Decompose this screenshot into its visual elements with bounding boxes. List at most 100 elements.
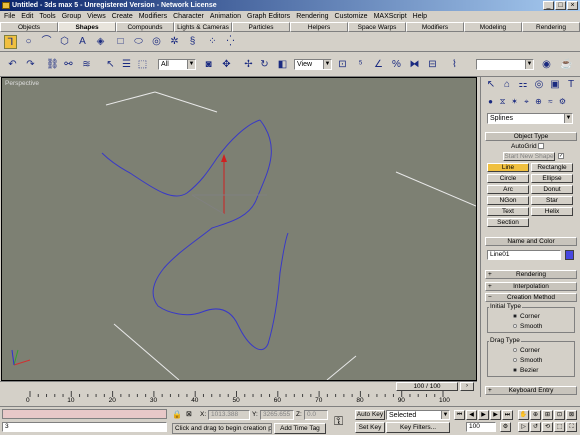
menu-rendering[interactable]: Rendering	[296, 11, 328, 22]
menu-group[interactable]: Group	[62, 11, 81, 22]
snap-icon[interactable]: ⁵	[354, 58, 367, 72]
next-key-icon[interactable]: ▶	[490, 410, 501, 420]
key-mode-dropdown[interactable]: Selected ▼	[386, 410, 450, 420]
redo-icon[interactable]: ↷	[24, 58, 37, 72]
material-editor-icon[interactable]: ◉	[540, 58, 553, 72]
interpolation-rollout-header[interactable]: + Interpolation	[485, 282, 577, 291]
zoom-extents-icon[interactable]: ⊡	[554, 410, 565, 420]
mirror-icon[interactable]: ⧓	[408, 58, 421, 72]
minimize-button[interactable]: _	[543, 1, 554, 10]
arc-icon[interactable]: ⌒	[40, 35, 53, 49]
drag-bezier-radio[interactable]: Bezier	[513, 367, 538, 374]
angle-snap-icon[interactable]: ∠	[372, 58, 385, 72]
key-filters-button[interactable]: Key Filters...	[386, 422, 450, 433]
time-configuration-icon[interactable]: ⚙	[500, 422, 511, 432]
zoom-extents-all-icon[interactable]: ⊠	[566, 410, 577, 420]
render-icon[interactable]: ☕	[560, 58, 573, 72]
rendering-rollout-header[interactable]: + Rendering	[485, 270, 577, 279]
modify-panel-icon[interactable]: ⌂	[501, 78, 513, 92]
circle-button[interactable]: Circle	[487, 174, 529, 183]
start-new-shape-check[interactable]: ✓	[558, 153, 564, 159]
previous-frame-icon[interactable]: ◀	[466, 410, 477, 420]
drag-corner-radio[interactable]: Corner	[513, 347, 540, 354]
time-slider[interactable]: 100 / 100	[396, 382, 458, 391]
line-button[interactable]: Line	[487, 163, 529, 172]
perspective-viewport[interactable]: Perspective	[1, 77, 477, 381]
menu-tools[interactable]: Tools	[39, 11, 55, 22]
lights-icon[interactable]: ✶	[509, 95, 520, 109]
tab-shapes[interactable]: Shapes	[58, 22, 116, 32]
initial-smooth-radio[interactable]: Smooth	[513, 323, 542, 330]
utilities-panel-icon[interactable]: T	[565, 78, 577, 92]
z-coordinate-field[interactable]: 0.0	[304, 410, 328, 420]
field-of-view-icon[interactable]: ▷	[518, 422, 529, 432]
go-to-start-icon[interactable]: ⏮	[454, 410, 465, 420]
edit-spline-icon[interactable]: ⁘	[206, 35, 219, 49]
ngon-icon[interactable]: ⬡	[58, 35, 71, 49]
category-dropdown[interactable]: Splines ▼	[487, 113, 573, 124]
helix-icon[interactable]: §	[186, 35, 199, 49]
maxscript-listener-top[interactable]	[2, 409, 167, 419]
menu-graph-editors[interactable]: Graph Editors	[247, 11, 290, 22]
window-crossing-icon[interactable]: ◙	[202, 58, 215, 72]
x-coordinate-field[interactable]: 1013.388	[208, 410, 250, 420]
menu-create[interactable]: Create	[112, 11, 133, 22]
motion-panel-icon[interactable]: ◎	[533, 78, 545, 92]
play-icon[interactable]: ▶	[478, 410, 489, 420]
menu-views[interactable]: Views	[87, 11, 106, 22]
go-to-end-icon[interactable]: ⏭	[502, 410, 513, 420]
helix-button[interactable]: Helix	[531, 207, 573, 216]
align-icon[interactable]: ⊟	[426, 58, 439, 72]
current-frame-field[interactable]: 100	[466, 422, 496, 432]
close-button[interactable]: ×	[567, 1, 578, 10]
maximize-button[interactable]: □	[555, 1, 566, 10]
tab-objects[interactable]: Objects	[0, 22, 58, 32]
tab-particles[interactable]: Particles	[232, 22, 290, 32]
tab-helpers[interactable]: Helpers	[290, 22, 348, 32]
select-move-icon[interactable]: ✥	[220, 58, 233, 72]
space-warps-icon[interactable]: ≈	[545, 95, 556, 109]
track-bar[interactable]: 0 10 20 30 40 50 60 70 80 90 100	[0, 391, 477, 405]
geometry-icon[interactable]: ●	[485, 95, 496, 109]
tab-rendering[interactable]: Rendering	[522, 22, 580, 32]
object-color-swatch[interactable]	[565, 250, 574, 260]
undo-icon[interactable]: ↶	[6, 58, 19, 72]
ngon-button[interactable]: NGon	[487, 196, 529, 205]
object-type-rollout-header[interactable]: Object Type	[485, 132, 577, 141]
menu-edit[interactable]: Edit	[21, 11, 33, 22]
menu-maxscript[interactable]: MAXScript	[374, 11, 407, 22]
link-icon[interactable]: ⛓	[46, 58, 59, 72]
section-button[interactable]: Section	[487, 218, 529, 227]
helpers-icon[interactable]: ⊕	[533, 95, 544, 109]
region-select-icon[interactable]: ⬚	[136, 58, 149, 72]
rectangle-icon[interactable]: □	[114, 35, 127, 49]
tab-modifiers[interactable]: Modifiers	[406, 22, 464, 32]
select-rotate-icon[interactable]: ✢	[242, 58, 255, 72]
ellipse-icon[interactable]: ⬭	[132, 35, 145, 49]
initial-corner-radio[interactable]: Corner	[513, 313, 540, 320]
key-icon[interactable]: ⚿	[334, 415, 352, 427]
circle-icon[interactable]: ○	[22, 35, 35, 49]
select-icon[interactable]: ↖	[104, 58, 117, 72]
spline-shape[interactable]	[101, 119, 289, 350]
rectangle-button[interactable]: Rectangle	[531, 163, 573, 172]
named-selection-dropdown[interactable]: ▼	[476, 59, 534, 70]
autogrid-check[interactable]	[538, 143, 545, 150]
keyboard-entry-rollout-header[interactable]: + Keyboard Entry	[485, 386, 577, 395]
name-color-rollout-header[interactable]: Name and Color	[485, 237, 577, 246]
autogrid-checkbox[interactable]: AutoGrid	[511, 143, 545, 150]
auto-key-button[interactable]: Auto Key	[355, 410, 385, 420]
maximize-viewport-icon[interactable]: ⛶	[566, 422, 577, 432]
line-icon[interactable]: Ꞁ	[4, 35, 17, 49]
tab-space-warps[interactable]: Space Warps	[348, 22, 406, 32]
time-slider-track[interactable]: 100 / 100 ›	[0, 381, 477, 391]
menu-file[interactable]: File	[4, 11, 15, 22]
vertex-icon[interactable]: ⁛	[224, 35, 237, 49]
systems-icon[interactable]: ⚙	[557, 95, 568, 109]
pan-icon[interactable]: ✋	[518, 410, 529, 420]
curve-editor-icon[interactable]: ⌇	[448, 58, 461, 72]
maxscript-listener-field[interactable]: 3	[2, 422, 167, 432]
display-panel-icon[interactable]: ▣	[549, 78, 561, 92]
shapes-icon[interactable]: ⧖	[497, 95, 508, 109]
star-button[interactable]: Star	[531, 196, 573, 205]
